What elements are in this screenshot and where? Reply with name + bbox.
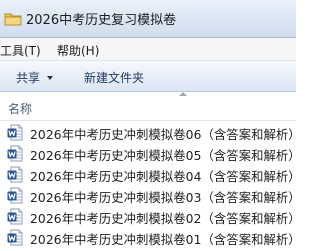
window-title: 2026中考历史复习模拟卷 — [26, 13, 177, 28]
word-document-icon — [7, 124, 23, 141]
column-header-row: 名称 — [0, 92, 296, 121]
new-folder-button[interactable]: 新建文件夹 — [84, 69, 144, 86]
word-document-icon — [7, 229, 23, 246]
word-document-icon — [7, 145, 23, 162]
file-name: 2026年中考历史冲刺模拟卷01（含答案和解析） — [30, 233, 301, 247]
word-document-icon — [7, 208, 23, 225]
menu-item-help[interactable]: 帮助(H) — [57, 42, 99, 59]
command-bar: 共享 新建文件夹 — [0, 61, 296, 92]
chevron-down-icon — [47, 76, 54, 80]
file-list-item[interactable]: 2026年中考历史冲刺模拟卷02（含答案和解析） — [0, 206, 301, 227]
word-document-icon — [7, 166, 23, 183]
file-name: 2026年中考历史冲刺模拟卷05（含答案和解析） — [30, 149, 301, 163]
menu-item-tools[interactable]: 工具(T) — [0, 42, 41, 59]
file-list-item[interactable]: 2026年中考历史冲刺模拟卷03（含答案和解析） — [0, 185, 301, 206]
file-name: 2026年中考历史冲刺模拟卷04（含答案和解析） — [30, 170, 301, 184]
file-list-item[interactable]: 2026年中考历史冲刺模拟卷06（含答案和解析） — [0, 122, 301, 143]
sort-up-icon — [179, 92, 187, 96]
share-button[interactable]: 共享 — [16, 69, 54, 86]
menu-bar: 工具(T) 帮助(H) — [0, 38, 296, 61]
title-bar: 2026中考历史复习模拟卷 — [0, 0, 296, 38]
folder-icon — [4, 13, 22, 26]
word-document-icon — [7, 187, 23, 204]
column-header-name[interactable]: 名称 — [8, 100, 32, 117]
file-list-item[interactable]: 2026年中考历史冲刺模拟卷05（含答案和解析） — [0, 143, 301, 164]
file-list-item[interactable]: 2026年中考历史冲刺模拟卷04（含答案和解析） — [0, 164, 301, 185]
file-list: 2026年中考历史冲刺模拟卷06（含答案和解析） 2026年中考历史冲刺模拟卷05… — [0, 122, 301, 248]
file-name: 2026年中考历史冲刺模拟卷06（含答案和解析） — [30, 128, 301, 142]
file-name: 2026年中考历史冲刺模拟卷03（含答案和解析） — [30, 191, 301, 205]
file-name: 2026年中考历史冲刺模拟卷02（含答案和解析） — [30, 212, 301, 226]
share-button-label: 共享 — [16, 71, 41, 85]
file-list-item[interactable]: 2026年中考历史冲刺模拟卷01（含答案和解析） — [0, 227, 301, 248]
